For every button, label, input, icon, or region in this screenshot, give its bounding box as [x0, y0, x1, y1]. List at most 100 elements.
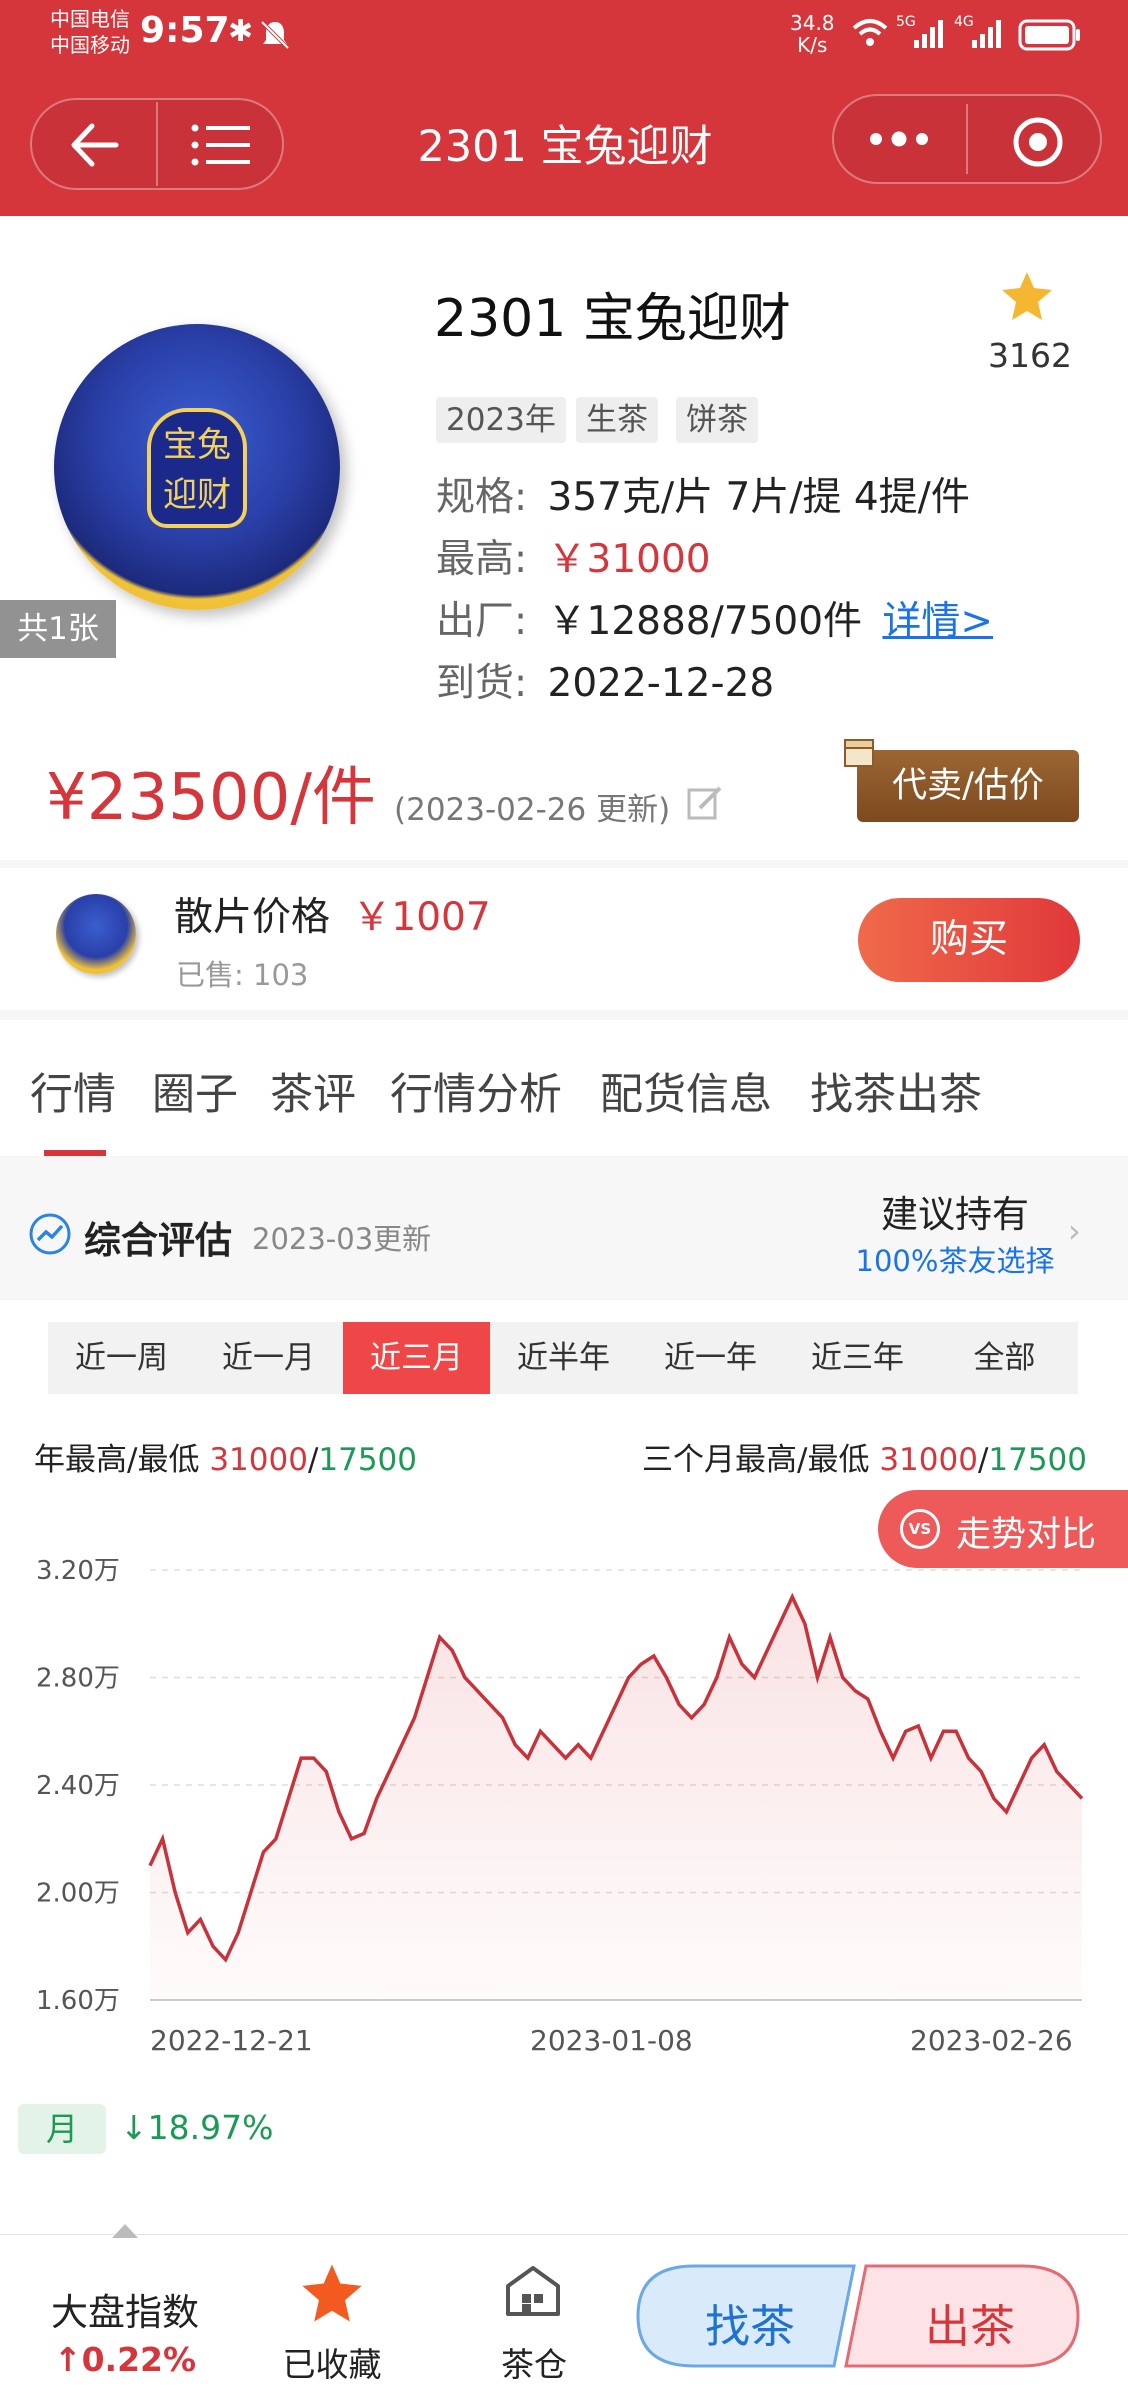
high-row: 最高: ￥31000	[436, 528, 711, 584]
product-name: 2301 宝兔迎财	[434, 289, 791, 349]
y-tick-label: 2.00万	[36, 1879, 120, 1909]
arrival-row: 到货: 2022-12-28	[436, 652, 774, 708]
period-all[interactable]: 全部	[931, 1322, 1078, 1394]
favorited-label[interactable]: 已收藏	[262, 2338, 402, 2386]
edit-icon[interactable]	[686, 784, 724, 822]
assessment-advice-sub: 100%茶友选择	[855, 1244, 1055, 1278]
sell-tea-button[interactable]: 出茶	[880, 2290, 1060, 2355]
period-6months[interactable]: 近半年	[490, 1322, 637, 1394]
carrier-1: 中国电信	[50, 7, 130, 31]
warehouse-icon[interactable]	[504, 2262, 562, 2320]
monthly-badge: 月	[18, 2104, 106, 2154]
trend-circle-icon	[29, 1213, 71, 1255]
period-year[interactable]: 近一年	[637, 1322, 784, 1394]
loose-price-row: 散片价格 ￥1007	[174, 886, 491, 942]
factory-detail-link[interactable]: 详情>	[882, 599, 993, 644]
high-value: ￥31000	[547, 537, 711, 582]
close-target-icon[interactable]	[1010, 114, 1066, 170]
spec-row: 规格: 357克/片 7片/提 4提/件	[436, 466, 970, 522]
signal-icon-2	[972, 20, 1001, 48]
menu-list-icon[interactable]	[190, 120, 252, 170]
favorite-count: 3162	[988, 336, 1072, 375]
loose-tea-thumbnail[interactable]	[56, 894, 136, 974]
chevron-right-icon: ›	[1068, 1212, 1081, 1250]
year-high: 31000	[209, 1442, 308, 1478]
quarter-high: 31000	[879, 1442, 978, 1478]
cake-emblem: 宝兔 迎财	[147, 408, 247, 528]
y-tick-label: 2.40万	[36, 1771, 120, 1801]
signal-icon-1	[914, 20, 943, 48]
price-update-date: (2023-02-26 更新)	[394, 792, 671, 828]
net-speed: 34.8 K/s	[790, 12, 835, 56]
caret-up-icon	[112, 2224, 138, 2238]
bluetooth-icon: ✱	[228, 14, 254, 49]
x-tick-label: 2023-02-26	[910, 2024, 1073, 2057]
arrival-value: 2022-12-28	[547, 661, 775, 706]
status-time: 9:57	[140, 10, 230, 51]
spec-label: 规格:	[436, 475, 528, 520]
x-tick-label: 2023-01-08	[530, 2024, 693, 2057]
quarter-slash: /	[977, 1442, 989, 1478]
cake-text-line1: 宝兔	[163, 425, 231, 465]
factory-row: 出厂: ￥12888/7500件 详情>	[436, 590, 993, 646]
product-image[interactable]: 宝兔 迎财	[54, 324, 340, 610]
cake-text-line2: 迎财	[163, 475, 231, 515]
market-index-change: ↑0.22%	[53, 2340, 197, 2379]
favorite-star-icon[interactable]	[1000, 270, 1054, 322]
period-3months[interactable]: 近三月	[343, 1322, 490, 1394]
back-arrow-icon[interactable]	[66, 120, 122, 170]
year-high-low: 年最高/最低 31000/17500	[34, 1434, 417, 1479]
x-tick-label: 2022-12-21	[150, 2024, 313, 2057]
y-tick-label: 3.20万	[36, 1556, 120, 1586]
y-tick-label: 1.60万	[36, 1986, 120, 2016]
more-dots-icon[interactable]	[866, 126, 932, 152]
net-speed-value: 34.8	[790, 11, 835, 35]
quarter-high-low: 三个月最高/最低 31000/17500	[642, 1434, 1087, 1479]
bell-muted-icon	[260, 20, 290, 50]
tab-market[interactable]: 行情	[30, 1060, 116, 1122]
factory-value: ￥12888/7500件	[547, 599, 863, 644]
year-low: 17500	[318, 1442, 418, 1478]
carrier-2: 中国移动	[50, 33, 130, 57]
year-slash: /	[307, 1442, 319, 1478]
tab-circle[interactable]: 圈子	[152, 1060, 238, 1122]
net-speed-unit: K/s	[797, 33, 828, 57]
main-price: ¥23500/件	[46, 761, 376, 835]
buy-button[interactable]: 购买	[858, 898, 1080, 982]
nav-title: 2301 宝兔迎财	[417, 122, 713, 172]
assessment-date: 2023-03更新	[252, 1222, 432, 1256]
factory-label: 出厂:	[436, 599, 528, 644]
quarter-high-low-label: 三个月最高/最低	[642, 1442, 870, 1478]
capsule-divider	[966, 104, 968, 174]
nav-divider	[156, 102, 158, 186]
period-week[interactable]: 近一周	[48, 1322, 195, 1394]
year-high-low-label: 年最高/最低	[34, 1442, 200, 1478]
y-tick-label: 2.80万	[36, 1664, 120, 1694]
warehouse-label[interactable]: 茶仓	[464, 2338, 604, 2386]
tab-review[interactable]: 茶评	[270, 1060, 356, 1122]
arrival-label: 到货:	[436, 661, 528, 706]
loose-sold-count: 已售: 103	[176, 958, 309, 992]
consign-button[interactable]: 代卖/估价	[857, 750, 1079, 822]
quarter-low: 17500	[988, 1442, 1088, 1478]
loose-price-label: 散片价格	[174, 895, 331, 940]
carrier-info: 中国电信 中国移动	[50, 6, 130, 58]
favorited-star-icon[interactable]	[300, 2262, 364, 2324]
assessment-advice: 建议持有	[881, 1193, 1029, 1236]
tag-year: 2023年	[436, 397, 566, 443]
battery-icon	[1018, 19, 1080, 51]
find-tea-button[interactable]: 找茶	[660, 2290, 840, 2355]
period-month[interactable]: 近一月	[195, 1322, 342, 1394]
period-3years[interactable]: 近三年	[784, 1322, 931, 1394]
monthly-change: ↓18.97%	[120, 2108, 274, 2147]
tag-type: 生茶	[576, 397, 658, 443]
loose-price-value: ￥1007	[352, 895, 491, 940]
market-index-label[interactable]: 大盘指数	[20, 2282, 230, 2336]
assessment-title: 综合评估	[84, 1219, 232, 1262]
tab-analysis[interactable]: 行情分析	[390, 1060, 562, 1122]
tab-find-sell[interactable]: 找茶出茶	[810, 1060, 982, 1122]
tab-active-indicator	[44, 1150, 106, 1156]
image-count-badge: 共1张	[0, 600, 116, 658]
tab-allocation[interactable]: 配货信息	[600, 1060, 772, 1122]
box-icon	[844, 739, 874, 767]
